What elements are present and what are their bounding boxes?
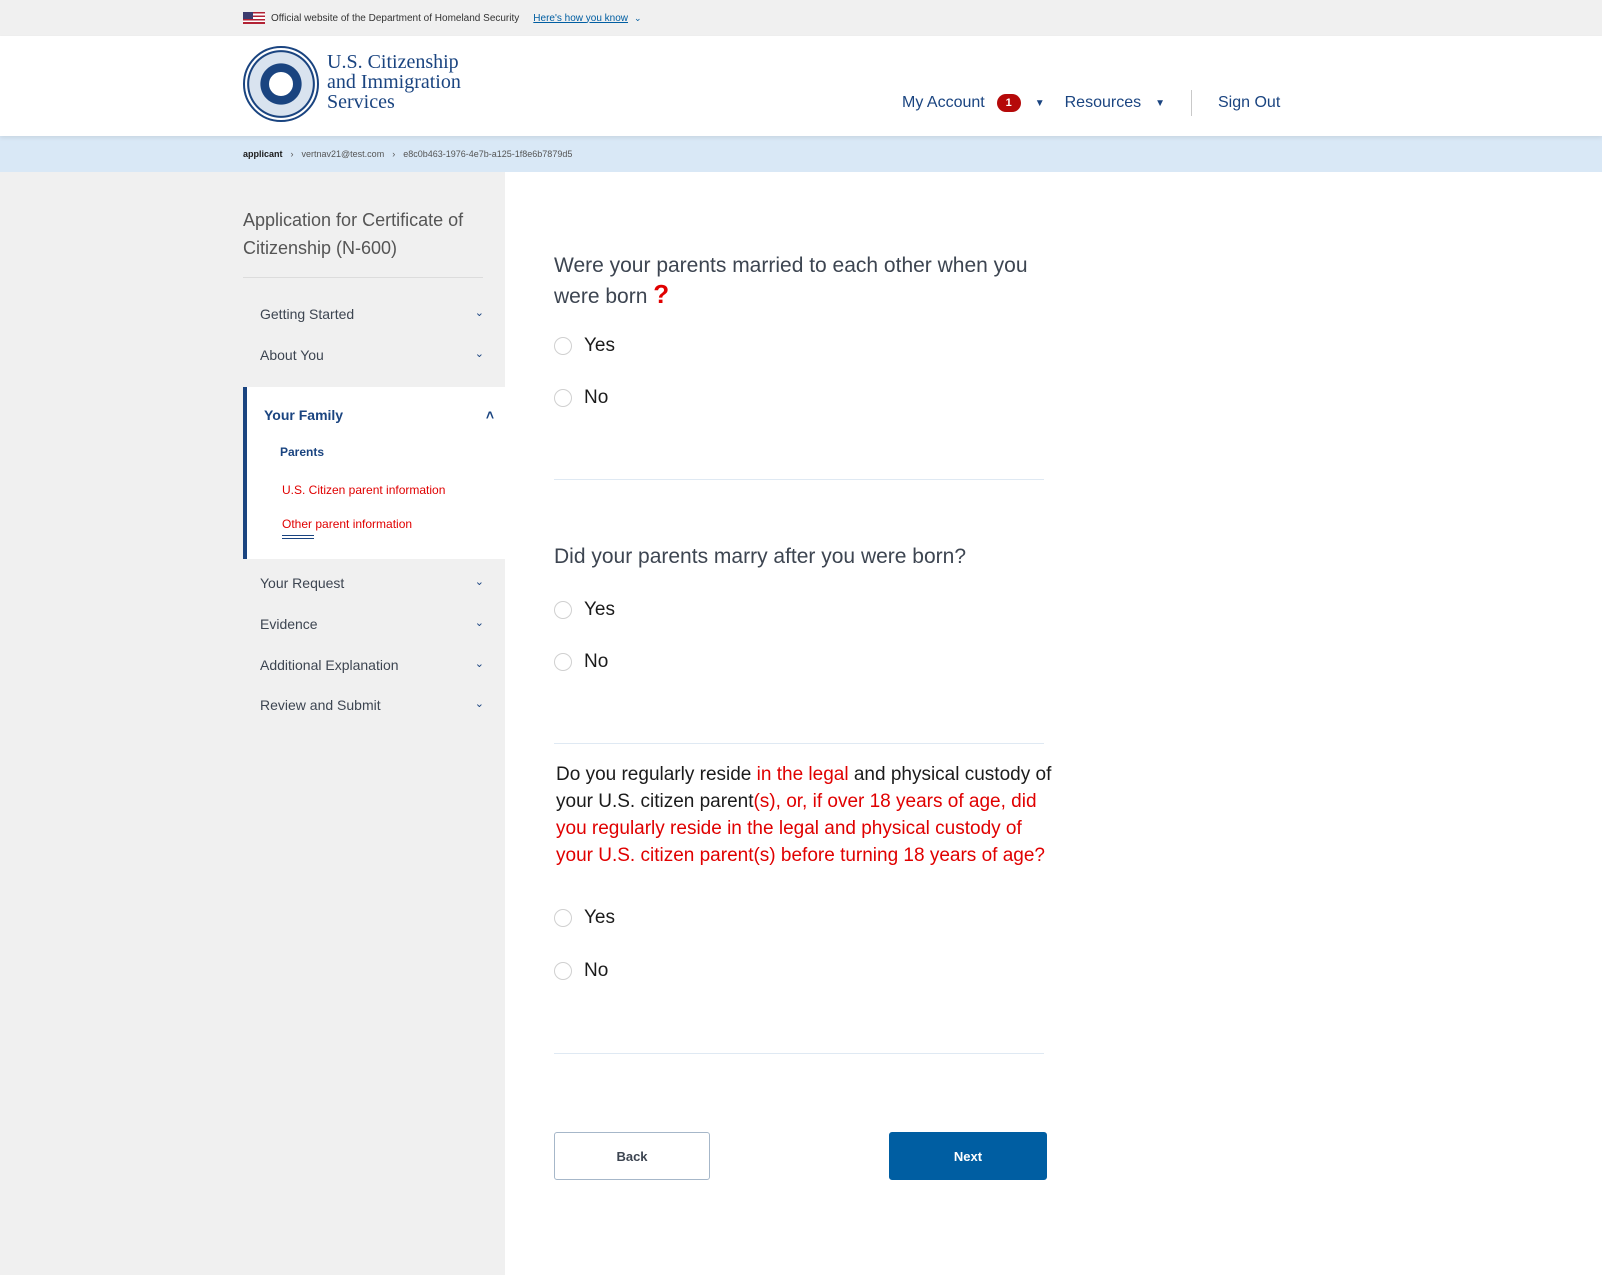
breadcrumb-separator-icon: › [290, 149, 294, 159]
sidebar-item-label: Your Family [264, 407, 344, 423]
radio-circle[interactable] [554, 909, 572, 927]
resources-label: Resources [1064, 94, 1142, 111]
notification-badge: 1 [996, 94, 1021, 112]
question-parents-married-after: Did your parents marry after you were bo… [554, 543, 1044, 571]
gov-banner: Official website of the Department of Ho… [0, 0, 1602, 36]
q1-no-radio[interactable]: No [554, 387, 608, 409]
radio-circle[interactable] [554, 389, 572, 407]
sidebar-divider [243, 277, 483, 278]
active-underline-mark [282, 535, 314, 539]
my-account-label: My Account [902, 94, 985, 111]
agency-line-3: Services [327, 91, 395, 113]
caret-down-icon: ▼ [1034, 97, 1045, 109]
sidebar: Application for Certificate of Citizensh… [0, 172, 505, 1275]
question-text-part: Do you regularly reside [556, 764, 757, 785]
sidebar-section-your-family: Your Family ˄ Parents U.S. Citizen paren… [243, 387, 505, 559]
question-parents-married: Were your parents married to each other … [554, 252, 1044, 311]
next-button[interactable]: Next [889, 1132, 1047, 1180]
question-text: Did your parents marry after you were bo… [554, 545, 967, 568]
radio-label: Yes [584, 907, 615, 928]
sidebar-item-review-and-submit[interactable]: Review and Submit ⌄ [260, 697, 492, 713]
q2-yes-radio[interactable]: Yes [554, 599, 615, 621]
agency-line-1: U.S. Citizenship [327, 51, 459, 73]
gov-banner-text: Official website of the Department of Ho… [271, 12, 520, 24]
section-divider [554, 743, 1044, 744]
q1-yes-radio[interactable]: Yes [554, 335, 615, 357]
main-content: Were your parents married to each other … [505, 172, 1602, 1275]
section-divider [554, 1053, 1044, 1054]
radio-label: Yes [584, 599, 615, 620]
chevron-down-icon: ⌄ [474, 576, 484, 588]
breadcrumb-item-email[interactable]: vertnav21@test.com [302, 149, 385, 159]
sign-out-label: Sign Out [1218, 94, 1281, 111]
eagle-icon [267, 70, 295, 98]
us-flag-icon [243, 12, 265, 24]
dhs-seal-icon[interactable] [243, 46, 319, 122]
chevron-down-icon: ⌄ [474, 658, 484, 670]
nav-divider [1191, 90, 1192, 116]
header-nav: My Account 1 ▼ Resources ▼ Sign Out [902, 90, 1280, 116]
chevron-down-icon[interactable]: ⌄ [634, 13, 642, 24]
radio-label: Yes [584, 335, 615, 356]
sidebar-item-label: Review and Submit [260, 697, 381, 713]
heres-how-you-know-link[interactable]: Here's how you know [533, 13, 628, 24]
my-account-menu[interactable]: My Account 1 ▼ [902, 94, 1045, 112]
agency-name[interactable]: U.S. Citizenship and Immigration Service… [327, 52, 461, 112]
sidebar-item-your-family[interactable]: Your Family ˄ [264, 407, 494, 423]
sidebar-item-additional-explanation[interactable]: Additional Explanation ⌄ [260, 657, 492, 673]
agency-line-2: and Immigration [327, 71, 461, 93]
site-header: U.S. Citizenship and Immigration Service… [0, 36, 1602, 136]
breadcrumb: applicant › vertnav21@test.com › e8c0b46… [0, 136, 1602, 172]
radio-circle[interactable] [554, 337, 572, 355]
q2-no-radio[interactable]: No [554, 651, 608, 673]
resources-menu[interactable]: Resources ▼ [1065, 94, 1165, 112]
chevron-down-icon: ⌄ [474, 348, 484, 360]
section-divider [554, 479, 1044, 480]
sidebar-item-label: About You [260, 347, 324, 363]
sidebar-item-label: Your Request [260, 575, 345, 591]
sidebar-subitem-parents[interactable]: Parents [280, 445, 324, 459]
radio-circle[interactable] [554, 601, 572, 619]
q3-no-radio[interactable]: No [554, 960, 608, 982]
radio-label: No [584, 651, 609, 672]
radio-label: No [584, 387, 609, 408]
q3-yes-radio[interactable]: Yes [554, 907, 615, 929]
sidebar-item-label: Getting Started [260, 306, 355, 322]
help-question-icon[interactable]: ? [653, 279, 669, 309]
sidebar-item-getting-started[interactable]: Getting Started ⌄ [260, 306, 492, 322]
breadcrumb-item-id: e8c0b463-1976-4e7b-a125-1f8e6b7879d5 [403, 149, 573, 159]
back-button[interactable]: Back [554, 1132, 710, 1180]
sidebar-item-label: Evidence [260, 616, 318, 632]
question-text: Were your parents married to each other … [554, 254, 1028, 308]
application-title: Application for Certificate of Citizensh… [243, 210, 464, 258]
sign-out-link[interactable]: Sign Out [1218, 94, 1280, 112]
chevron-down-icon: ⌄ [474, 617, 484, 629]
radio-label: No [584, 960, 609, 981]
breadcrumb-separator-icon: › [392, 149, 396, 159]
chevron-up-icon: ˄ [485, 407, 494, 423]
radio-circle[interactable] [554, 653, 572, 671]
sidebar-item-your-request[interactable]: Your Request ⌄ [260, 575, 492, 591]
radio-circle[interactable] [554, 962, 572, 980]
sidebar-item-label: Additional Explanation [260, 657, 399, 673]
sidebar-subitem-us-citizen-parent[interactable]: U.S. Citizen parent information [282, 483, 445, 497]
chevron-down-icon: ⌄ [474, 307, 484, 319]
sidebar-item-about-you[interactable]: About You ⌄ [260, 347, 492, 363]
sidebar-subitem-other-parent[interactable]: Other parent information [282, 517, 412, 531]
chevron-down-icon: ⌄ [474, 698, 484, 710]
caret-down-icon: ▼ [1155, 97, 1165, 109]
sidebar-item-evidence[interactable]: Evidence ⌄ [260, 616, 492, 632]
breadcrumb-item-applicant[interactable]: applicant [243, 149, 283, 159]
question-text-highlight: in the legal [756, 764, 849, 785]
question-legal-custody: Do you regularly reside in the legal and… [556, 761, 1056, 869]
